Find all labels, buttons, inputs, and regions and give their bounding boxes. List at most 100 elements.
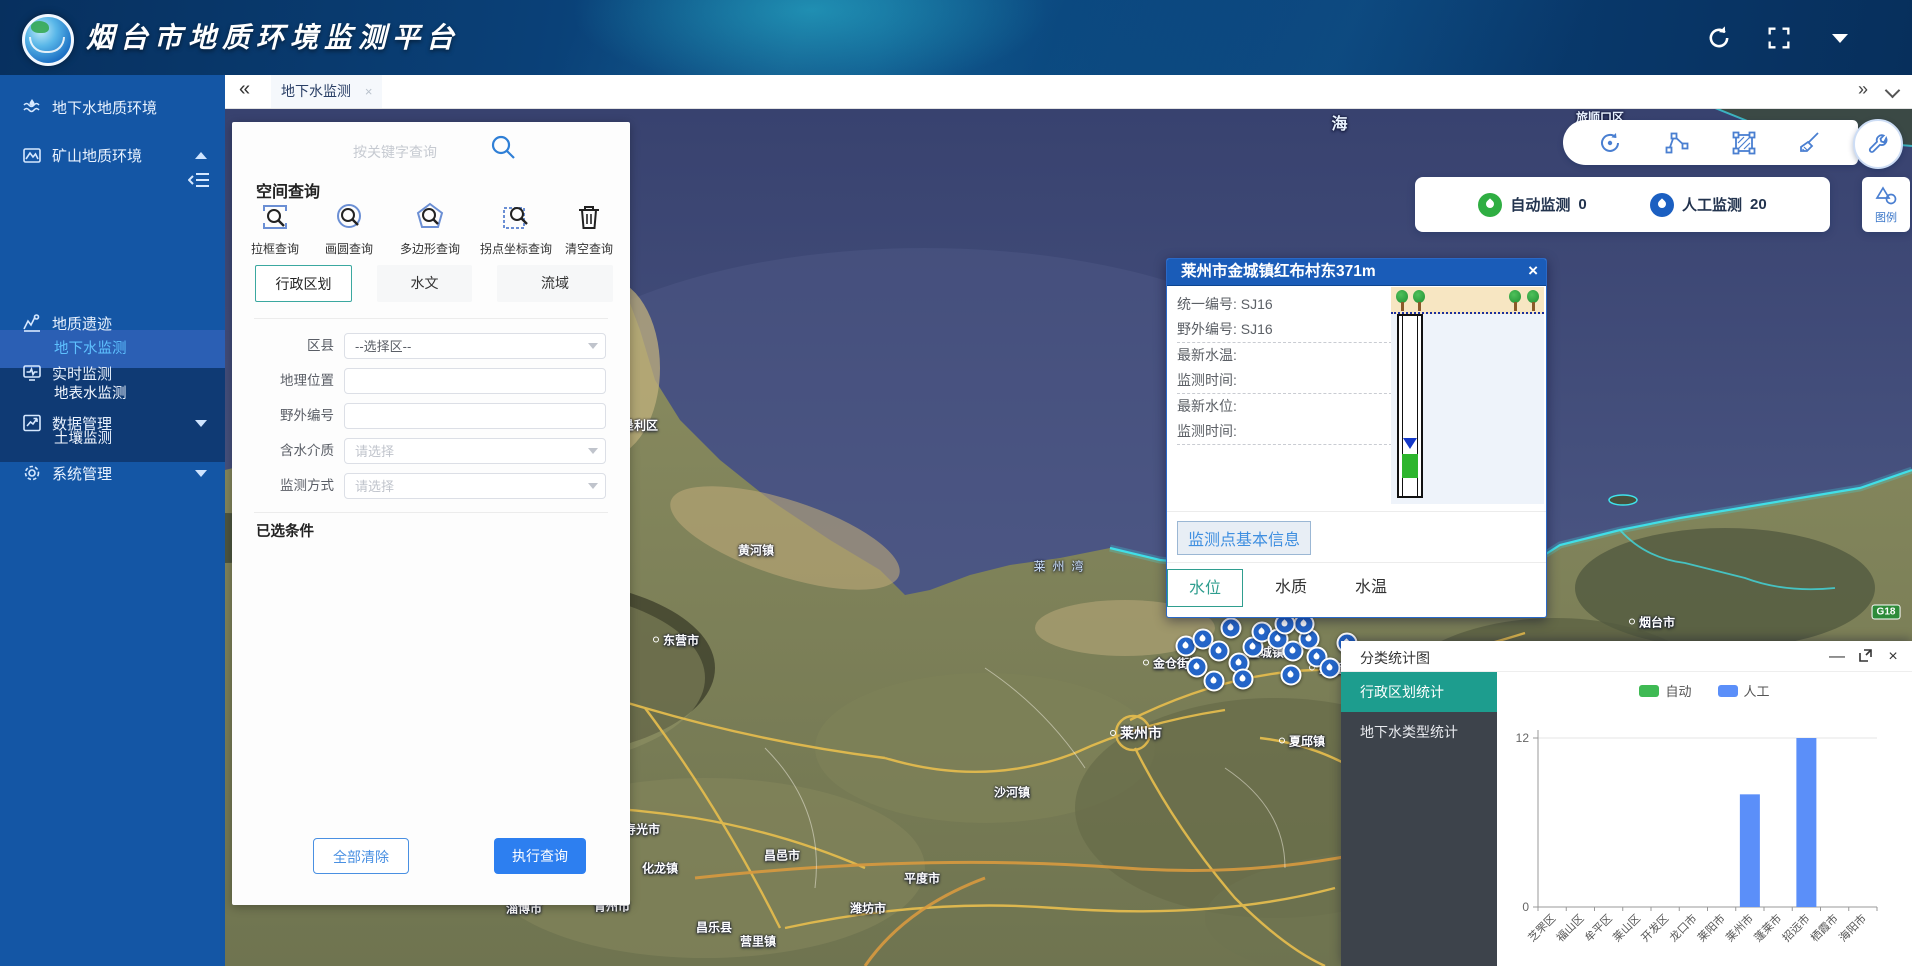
tab-admin-division[interactable]: 行政区划 [255,265,352,302]
location-input[interactable] [344,368,606,394]
bar-招远市-人工[interactable] [1796,738,1816,907]
monitoring-point-marker[interactable] [1209,641,1230,662]
sidebar-item-data-management[interactable]: 数据管理 [0,403,225,443]
popup-tab-water-temperature[interactable]: 水温 [1333,569,1409,607]
monitoring-point-marker[interactable] [1221,618,1242,639]
well-diagram [1391,287,1544,504]
sidebar-item-realtime-monitoring[interactable]: 实时监测 [0,353,225,393]
station-field: 监测时间: [1177,368,1392,394]
tab-groundwater-monitoring[interactable]: 地下水监测 × [271,75,382,108]
legend-button-label: 图例 [1875,209,1897,225]
sidebar-item-groundwater-geo-env[interactable]: 地下水地质环境 [0,87,225,127]
district-select[interactable]: --选择区-- [344,333,606,359]
map-toolbar [1563,120,1858,165]
tab-close-icon[interactable]: × [365,84,373,99]
auto-monitor-value: 0 [1578,196,1586,213]
clear-all-button[interactable]: 全部清除 [313,838,409,874]
clear-brush-icon[interactable] [1798,130,1824,156]
history-reset-icon[interactable] [1597,130,1623,156]
manual-monitor-value: 20 [1750,196,1767,213]
monitoring-point-marker[interactable] [1281,665,1302,686]
sidebar-item-label: 系统管理 [52,463,112,484]
x-axis-label: 招远市 [1779,911,1812,944]
divider [1167,562,1546,563]
statistics-panel: 分类统计图 — × 行政区划统计 地下水类型统计 自动人工 012芝罘区福山区牟… [1341,641,1912,966]
box-query-tool[interactable]: 拉框查询 [240,202,310,257]
map-tools-toggle-button[interactable] [1853,119,1903,169]
form-row-monitor-method: 监测方式 请选择 [232,473,630,499]
sidebar-item-label: 数据管理 [52,413,112,434]
field-label: 区县 [262,333,334,359]
execute-query-button[interactable]: 执行查询 [494,838,586,874]
x-axis-label: 牟平区 [1582,911,1615,944]
auto-monitor-count[interactable]: 自动监测 0 [1478,193,1586,217]
circle-query-tool[interactable]: 画圆查询 [314,202,384,257]
user-menu-dropdown-icon[interactable] [1828,24,1856,52]
bar-chart: 012芝罘区福山区牟平区莱山区开发区龙口市莱阳市莱州市蓬莱市招远市栖霞市海阳市 [1497,672,1912,966]
app-title: 烟台市地质环境监测平台 [86,16,460,56]
sidebar-item-label: 地质遗迹 [52,313,112,334]
monitor-method-select[interactable]: 请选择 [344,473,606,499]
tab-admin-division-stats[interactable]: 行政区划统计 [1341,672,1497,712]
wrench-icon [1866,132,1890,156]
sidebar-collapse-icon[interactable] [188,171,210,189]
vertex-coordinate-query-tool[interactable]: 拐点坐标查询 [475,202,557,257]
popup-tab-water-quality[interactable]: 水质 [1253,569,1329,607]
close-icon[interactable]: × [1884,648,1902,666]
sidebar-item-system-management[interactable]: 系统管理 [0,453,225,493]
fullscreen-icon[interactable] [1765,24,1793,52]
mine-env-icon [22,145,42,165]
x-axis-label: 海阳市 [1836,911,1869,944]
minimize-icon[interactable]: — [1828,648,1846,666]
polygon-query-tool[interactable]: 多边形查询 [395,202,465,257]
search-icon[interactable] [490,134,516,160]
expand-icon[interactable] [1856,648,1874,666]
station-popup: 莱州市金城镇红布村东371m × 统一编号: SJ16 野外编号: SJ16 最… [1166,258,1547,618]
station-basic-info-link[interactable]: 监测点基本信息 [1177,521,1311,555]
sidebar-item-geo-relic[interactable]: 地质遗迹 [0,303,225,343]
bar-莱州市-人工[interactable] [1740,794,1760,907]
monitoring-point-marker[interactable] [1204,671,1225,692]
manual-monitor-count[interactable]: 人工监测 20 [1650,193,1767,217]
popup-tab-water-level[interactable]: 水位 [1167,569,1243,607]
svg-text:0: 0 [1522,900,1529,914]
tree-icon [1509,290,1521,312]
station-popup-title: 莱州市金城镇红布村东371m [1167,259,1546,286]
area-measure-icon[interactable] [1731,130,1757,156]
sidebar-item-mine-geo-env[interactable]: 矿山地质环境 [0,135,225,175]
field-label: 监测方式 [262,473,334,499]
popup-close-icon[interactable]: × [1528,261,1538,281]
selected-conditions-title: 已选条件 [256,520,314,541]
water-level-marker-icon [1403,438,1417,449]
tabs-collapse-left-icon[interactable]: « [239,78,250,101]
x-axis-label: 开发区 [1638,911,1671,944]
station-field: 统一编号: SJ16 [1177,292,1392,317]
tab-hydrology[interactable]: 水文 [377,265,472,302]
refresh-icon[interactable] [1705,24,1733,52]
tab-watershed[interactable]: 流域 [497,265,613,302]
tree-icon [1396,290,1408,312]
station-field: 野外编号: SJ16 [1177,317,1392,343]
tab-groundwater-type-stats[interactable]: 地下水类型统计 [1341,712,1497,752]
divider [1167,511,1546,512]
aquifer-medium-select[interactable]: 请选择 [344,438,606,464]
x-axis-label: 莱山区 [1610,912,1643,945]
map-legend-button[interactable]: 图例 [1862,177,1910,232]
sidebar-item-label: 地下水地质环境 [52,97,157,118]
tabs-scroll-right-icon[interactable]: » [1858,79,1868,100]
statistics-panel-title: 分类统计图 [1360,648,1430,668]
distance-measure-icon[interactable] [1664,130,1690,156]
tool-label: 清空查询 [554,240,624,257]
clear-query-tool[interactable]: 清空查询 [554,202,624,257]
svg-text:12: 12 [1516,731,1530,745]
spatial-query-title: 空间查询 [256,178,320,202]
field-number-input[interactable] [344,403,606,429]
monitoring-point-marker[interactable] [1320,658,1341,679]
sidebar-item-label: 实时监测 [52,363,112,384]
data-manage-icon [22,413,42,433]
divider [254,512,608,513]
monitoring-point-marker[interactable] [1233,669,1254,690]
divider [254,318,608,319]
tabs-expand-icon[interactable] [1887,83,1898,101]
chevron-down-icon [195,470,207,477]
